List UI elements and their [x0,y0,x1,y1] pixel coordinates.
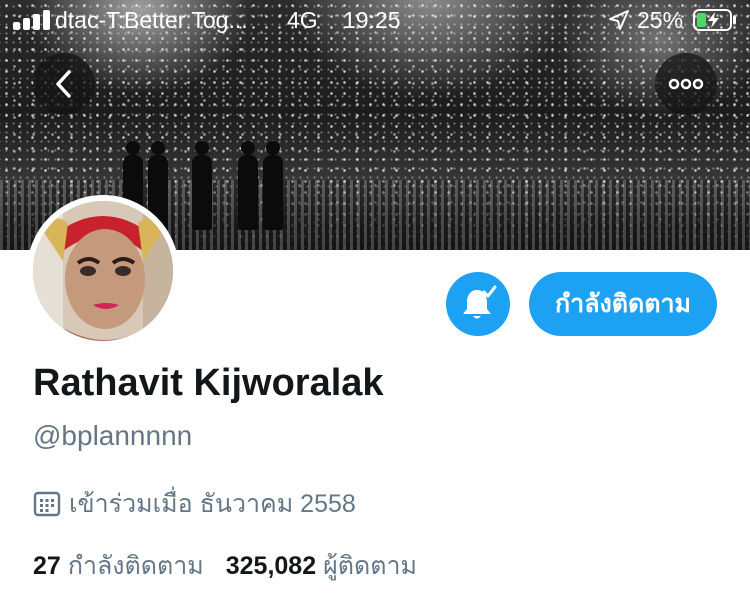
banner-performer [238,141,258,230]
signal-icon [13,10,53,30]
status-time: 19:25 [343,7,401,33]
followers-stat[interactable]: 325,082 ผู้ติดตาม [226,546,417,586]
bell-check-icon [463,285,497,319]
avatar-portrait [33,201,173,341]
carrier-name: dtac-T:Better Tog... [55,7,248,33]
more-options-button[interactable] [655,53,717,115]
joined-text: เข้าร่วมเมื่อ ธันวาคม 2558 [69,490,356,518]
display-name: Rathavit Kijworalak [33,362,384,404]
avatar[interactable] [27,195,179,347]
following-button[interactable]: กำลังติดตาม [529,272,717,336]
chevron-left-icon [56,70,71,98]
status-bar: dtac-T:Better Tog... 4G 19:25 25% [0,0,750,40]
following-stat[interactable]: 27 กำลังติดตาม [33,546,204,586]
battery-charging-icon [693,9,736,31]
followers-count: 325,082 [225,551,317,580]
banner-performer [263,141,283,230]
following-count: 27 [33,551,61,580]
followers-label: ผู้ติดตาม [323,552,417,580]
follow-stats: 27 กำลังติดตาม 325,082 ผู้ติดตาม [33,546,417,586]
notifications-button[interactable] [446,272,510,336]
battery-percentage: 25% [637,7,684,33]
following-label: กำลังติดตาม [67,552,204,580]
network-type: 4G [287,7,318,33]
more-horizontal-icon [668,78,704,90]
back-button[interactable] [33,53,95,115]
calendar-icon [33,491,61,517]
location-arrow-icon [609,10,629,30]
user-handle: @bplannnnn [33,420,193,451]
joined-date: เข้าร่วมเมื่อ ธันวาคม 2558 [33,486,356,522]
banner-performer [192,141,212,230]
